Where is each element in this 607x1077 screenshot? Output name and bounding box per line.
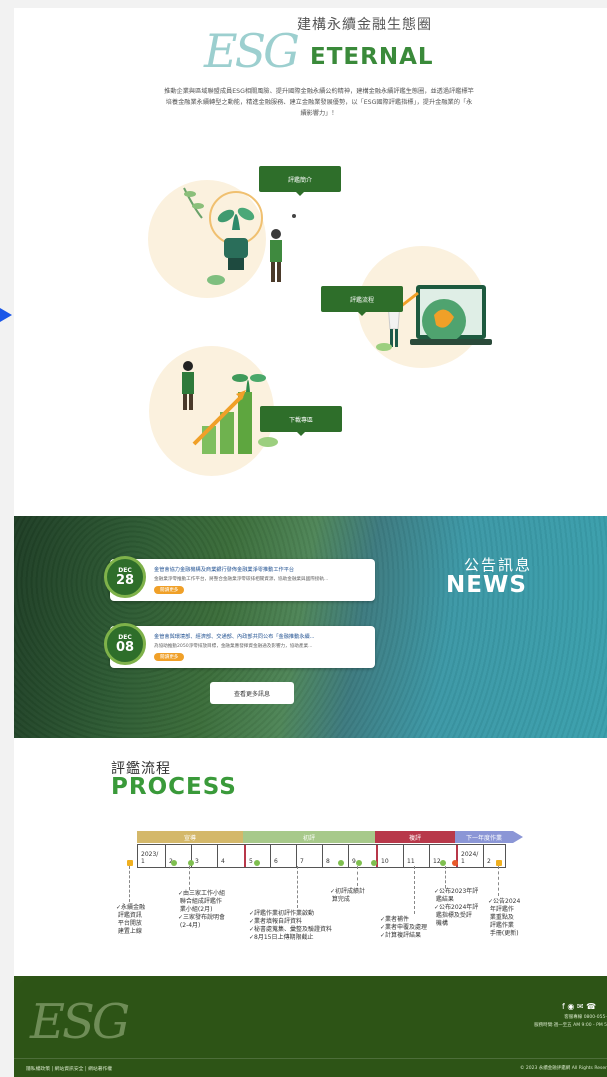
connector-line — [498, 866, 499, 896]
connector-line — [445, 866, 446, 888]
milestone-marker — [254, 860, 260, 866]
process-note: ✓永續金融 評鑑資訊 平台開放 建置上線 — [116, 904, 146, 935]
milestone-marker — [338, 860, 344, 866]
news-date-badge: DEC 28 — [104, 556, 146, 598]
connector-line — [297, 866, 298, 908]
timeline-month: 2023/ 1 — [141, 851, 159, 865]
news-summary: 為協助推動2050淨零排放目標，金融業應發揮資金融通及影響力，協助產業... — [154, 644, 313, 649]
phase-initial-review: 初評 — [243, 831, 375, 843]
timeline-year: 2024/ — [461, 851, 479, 858]
process-note: ✓業者補件 ✓業者申覆及處理 ✓計算複評結果 — [380, 916, 428, 939]
brand-title-cn: 建構永續金融生態圈 — [297, 17, 432, 33]
footer-copyright: © 2023 永續金融評鑑網 All Rights Reser — [519, 1066, 607, 1071]
globe-laptop-illustration — [376, 285, 492, 351]
footer-hours: 服務時間:週一至五 AM 9:00 - PM 5 — [534, 1023, 607, 1028]
footer-bottom-bar: 隱私權政策 | 網站資訊安全 | 網站著作權 © 2023 永續金融評鑑網 Al… — [14, 1058, 607, 1077]
process-button[interactable]: 評鑑流程 — [321, 286, 403, 316]
phase-arrow-icon — [513, 831, 523, 843]
footer-phone: 客服專線 0800-055- — [564, 1015, 607, 1020]
timeline-month: 7 — [296, 845, 322, 867]
connector-line — [189, 866, 190, 890]
news-headline[interactable]: 金管會與環境部、經濟部、交通部、內政部共同公布「金融推動永續... — [154, 633, 369, 640]
process-title-en: PROCESS — [111, 774, 237, 800]
news-card[interactable]: DEC 08 金管會與環境部、經濟部、交通部、內政部共同公布「金融推動永續...… — [104, 623, 375, 668]
esg-logo[interactable]: ESG — [204, 24, 300, 78]
milestone-marker — [371, 860, 377, 866]
brand-title-en: ETERNAL — [310, 44, 434, 70]
phase-second-review: 複評 — [375, 831, 455, 843]
process-note: ✓公告2024 年評鑑作 業重點及 評鑑作業 手冊(更新) — [488, 898, 521, 937]
news-section: 公告訊息 NEWS DEC 28 金管會協力金融機構及商業銀行發佈金融業淨零推動… — [14, 516, 607, 738]
read-more-button[interactable]: 閱讀更多 — [154, 653, 185, 661]
intro-text: 推動企業與區域聯盟成員ESG相關風險、提升國際金融永續公約精神，建構金融永續評鑑… — [164, 88, 474, 117]
timeline-month: 3 — [191, 845, 217, 867]
news-summary: 金融業淨零推動工作平台，將整合金融業淨零碳排相關資源，協助金融業與國際接軌... — [154, 577, 329, 582]
news-title-en: NEWS — [446, 572, 527, 598]
timeline-month: 4 — [217, 845, 244, 867]
news-headline[interactable]: 金管會協力金融機構及商業銀行發佈金融業淨零推動工作平台 — [154, 566, 369, 573]
phase-next-year: 下一年度作業 — [455, 831, 513, 843]
timeline-month: 8 — [322, 845, 348, 867]
timeline-month: 11 — [403, 845, 429, 867]
footer-links[interactable]: 隱私權政策 | 網站資訊安全 | 網站著作權 — [26, 1065, 112, 1072]
milestone-marker — [171, 860, 177, 866]
process-note: ✓公布2023年評 鑑結果 ✓公布2024年評 鑑指標及受評 機構 — [434, 888, 479, 927]
timeline-month: 10 — [376, 845, 403, 867]
download-button[interactable]: 下載專區 — [260, 406, 342, 436]
process-note: ✓評鑑作業初評作業啟動 ✓業者填報自評資料 ✓秘書處蒐集、彙整及驗證資料 ✓8月… — [249, 910, 333, 941]
read-more-button[interactable]: 閱讀更多 — [154, 586, 185, 594]
footer-inner: ESG f ◉ ✉ ☎ 客服專線 0800-055- 服務時間:週一至五 AM … — [14, 976, 607, 1077]
timeline-month: 2024/ 1 — [456, 845, 483, 867]
milestone-marker — [452, 860, 458, 866]
intro-button[interactable]: 評鑑簡介 — [259, 166, 341, 196]
connector-line — [129, 866, 130, 902]
connector-line — [357, 866, 358, 886]
footer-contact-info: 客服專線 0800-055- 服務時間:週一至五 AM 9:00 - PM 5 — [500, 1014, 607, 1030]
footer-social-icons[interactable]: f ◉ ✉ ☎ — [562, 1002, 596, 1011]
footer-esg-logo[interactable]: ESG — [30, 994, 130, 1050]
milestone-marker — [127, 860, 133, 866]
pointer-arrow — [0, 308, 12, 322]
news-date-badge: DEC 08 — [104, 623, 146, 665]
view-more-news-button[interactable]: 查看更多訊息 — [210, 682, 294, 704]
process-note: ✓初評成績計 算完成 — [330, 888, 366, 903]
page: ESG 建構永續金融生態圈 ETERNAL 推動企業與區域聯盟成員ESG相關風險… — [14, 8, 607, 1077]
process-note: ✓由三家工作小組 聯合組成評鑑作 業小組(2月) ✓三家發布說明會 (2-4月) — [178, 890, 226, 929]
news-date-day: 28 — [115, 573, 135, 588]
news-card[interactable]: DEC 28 金管會協力金融機構及商業銀行發佈金融業淨零推動工作平台 金融業淨零… — [104, 556, 375, 601]
timeline-month: 6 — [270, 845, 296, 867]
phase-promotion: 宣導 — [137, 831, 243, 843]
timeline-year: 2023/ — [141, 851, 159, 858]
milestone-marker — [496, 860, 502, 866]
footer: ESG f ◉ ✉ ☎ 客服專線 0800-055- 服務時間:週一至五 AM … — [14, 976, 607, 1077]
news-date-day: 08 — [115, 640, 135, 655]
connector-line — [414, 866, 415, 914]
